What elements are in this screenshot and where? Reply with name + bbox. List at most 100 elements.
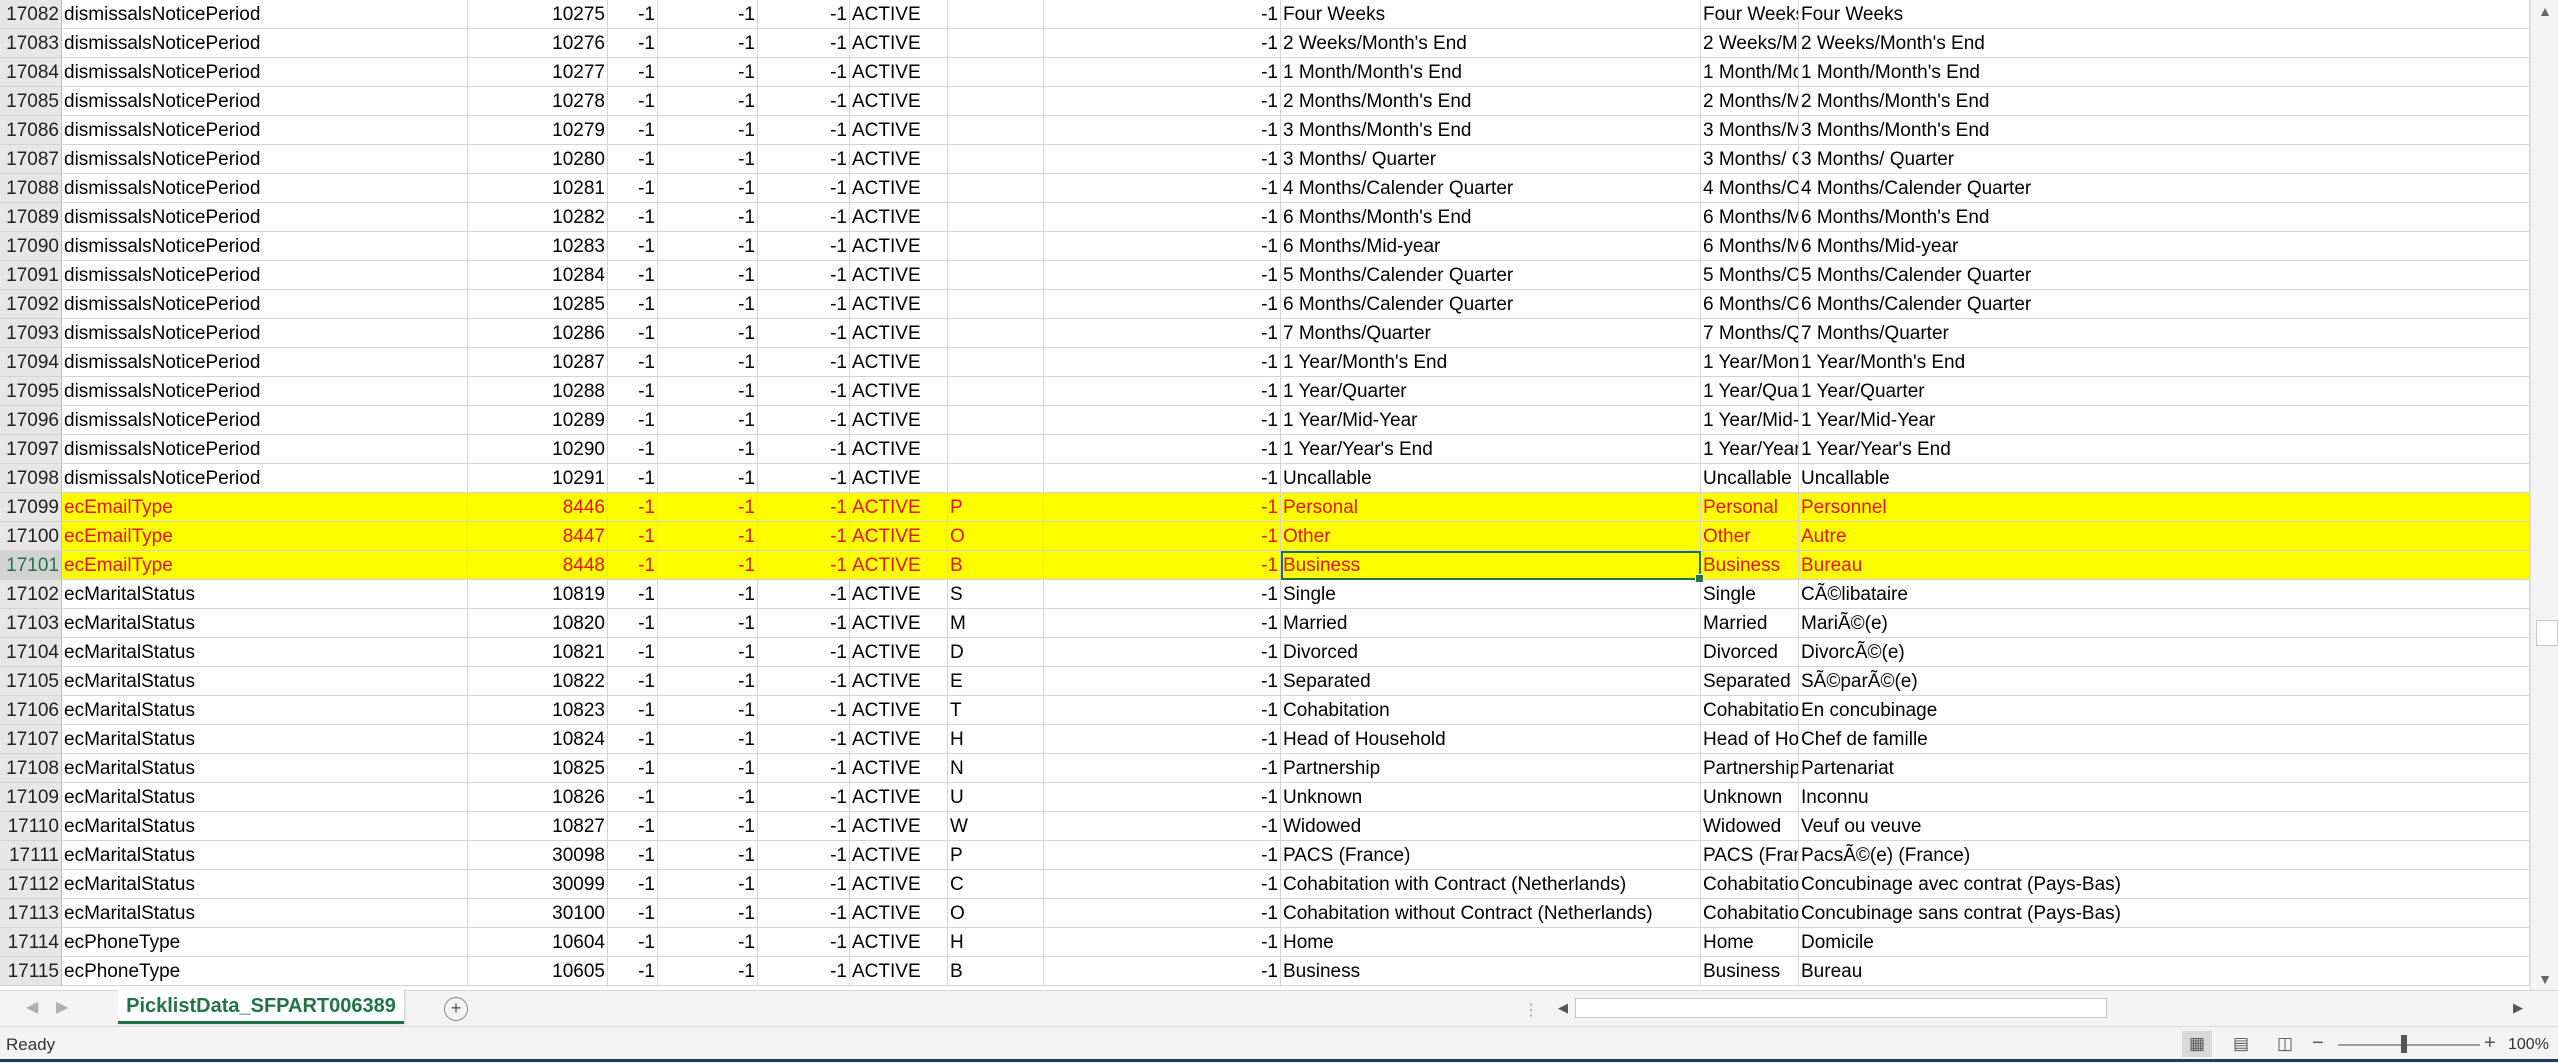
- cell-col-g[interactable]: O: [948, 522, 1044, 551]
- normal-view-icon[interactable]: ▦: [2182, 1031, 2212, 1057]
- cell-col-f[interactable]: ACTIVE: [850, 783, 948, 812]
- cell-col-c[interactable]: -1: [608, 261, 658, 290]
- row-header[interactable]: 17088: [0, 174, 62, 203]
- cell-col-c[interactable]: -1: [608, 319, 658, 348]
- cell-col-d[interactable]: -1: [658, 841, 758, 870]
- cell-col-l[interactable]: Autre: [1799, 522, 2530, 551]
- cell-col-f[interactable]: ACTIVE: [850, 812, 948, 841]
- cell-col-j[interactable]: 7 Months/Quarter: [1281, 319, 1701, 348]
- row-header[interactable]: 17112: [0, 870, 62, 899]
- cell-col-i[interactable]: -1: [1044, 58, 1281, 87]
- cell-col-b[interactable]: 10290: [468, 435, 608, 464]
- table-row[interactable]: 17100 ecEmailType 8447 -1 -1 -1 ACTIVE O -1 Other…: [0, 522, 2530, 551]
- row-header[interactable]: 17087: [0, 145, 62, 174]
- cell-col-k[interactable]: Uncallable: [1701, 464, 1799, 493]
- cell-col-j[interactable]: Business: [1281, 957, 1701, 986]
- cell-col-e[interactable]: -1: [758, 696, 850, 725]
- cell-col-i[interactable]: -1: [1044, 580, 1281, 609]
- row-header[interactable]: 17105: [0, 667, 62, 696]
- cell-col-k[interactable]: 1 Year/Mid-Year: [1701, 406, 1799, 435]
- cell-col-b[interactable]: 10289: [468, 406, 608, 435]
- row-header[interactable]: 17107: [0, 725, 62, 754]
- cell-col-e[interactable]: -1: [758, 435, 850, 464]
- row-header[interactable]: 17106: [0, 696, 62, 725]
- cell-col-b[interactable]: 10279: [468, 116, 608, 145]
- cell-col-i[interactable]: -1: [1044, 377, 1281, 406]
- cell-col-b[interactable]: 10820: [468, 609, 608, 638]
- cell-col-j[interactable]: Cohabitation with Contract (Netherlands): [1281, 870, 1701, 899]
- cell-col-a[interactable]: dismissalsNoticePeriod: [62, 203, 468, 232]
- add-sheet-button[interactable]: +: [444, 997, 468, 1021]
- table-row[interactable]: 17105 ecMaritalStatus 10822 -1 -1 -1 ACTIVE E -1…: [0, 667, 2530, 696]
- cell-col-g[interactable]: [948, 29, 1044, 58]
- cell-col-f[interactable]: ACTIVE: [850, 638, 948, 667]
- cell-col-k[interactable]: 1 Year/Quarter: [1701, 377, 1799, 406]
- table-row[interactable]: 17101 ecEmailType 8448 -1 -1 -1 ACTIVE B -1 Busin…: [0, 551, 2530, 580]
- cell-col-l[interactable]: 2 Months/Month's End: [1799, 87, 2530, 116]
- row-header[interactable]: 17090: [0, 232, 62, 261]
- cell-col-d[interactable]: -1: [658, 580, 758, 609]
- cell-col-l[interactable]: 2 Weeks/Month's End: [1799, 29, 2530, 58]
- cell-col-j[interactable]: Married: [1281, 609, 1701, 638]
- table-row[interactable]: 17087 dismissalsNoticePeriod 10280 -1 -1 -1 AC…: [0, 145, 2530, 174]
- table-row[interactable]: 17109 ecMaritalStatus 10826 -1 -1 -1 ACTIVE U -1…: [0, 783, 2530, 812]
- table-row[interactable]: 17088 dismissalsNoticePeriod 10281 -1 -1 -1 AC…: [0, 174, 2530, 203]
- row-header[interactable]: 17094: [0, 348, 62, 377]
- cell-col-k[interactable]: Business: [1701, 957, 1799, 986]
- row-header[interactable]: 17085: [0, 87, 62, 116]
- cell-col-e[interactable]: -1: [758, 725, 850, 754]
- cell-col-f[interactable]: ACTIVE: [850, 696, 948, 725]
- cell-col-d[interactable]: -1: [658, 348, 758, 377]
- cell-col-d[interactable]: -1: [658, 638, 758, 667]
- cell-col-k[interactable]: Head of Household: [1701, 725, 1799, 754]
- cell-col-e[interactable]: -1: [758, 116, 850, 145]
- table-row[interactable]: 17108 ecMaritalStatus 10825 -1 -1 -1 ACTIVE N -1…: [0, 754, 2530, 783]
- cell-col-d[interactable]: -1: [658, 232, 758, 261]
- cell-col-j[interactable]: Other: [1281, 522, 1701, 551]
- zoom-out-icon[interactable]: −: [2312, 1032, 2324, 1055]
- cell-col-g[interactable]: W: [948, 812, 1044, 841]
- row-header[interactable]: 17097: [0, 435, 62, 464]
- cell-col-f[interactable]: ACTIVE: [850, 290, 948, 319]
- cell-col-e[interactable]: -1: [758, 754, 850, 783]
- row-header[interactable]: 17102: [0, 580, 62, 609]
- cell-col-g[interactable]: [948, 377, 1044, 406]
- cell-col-c[interactable]: -1: [608, 841, 658, 870]
- row-header[interactable]: 17083: [0, 29, 62, 58]
- cell-col-g[interactable]: B: [948, 957, 1044, 986]
- cell-col-b[interactable]: 8447: [468, 522, 608, 551]
- cell-col-i[interactable]: -1: [1044, 522, 1281, 551]
- cell-col-b[interactable]: 10277: [468, 58, 608, 87]
- cell-col-b[interactable]: 10827: [468, 812, 608, 841]
- cell-col-i[interactable]: -1: [1044, 29, 1281, 58]
- table-row[interactable]: 17106 ecMaritalStatus 10823 -1 -1 -1 ACTIVE T -1…: [0, 696, 2530, 725]
- cell-col-d[interactable]: -1: [658, 609, 758, 638]
- cell-col-d[interactable]: -1: [658, 551, 758, 580]
- cell-col-f[interactable]: ACTIVE: [850, 841, 948, 870]
- cell-col-l[interactable]: 1 Month/Month's End: [1799, 58, 2530, 87]
- cell-col-f[interactable]: ACTIVE: [850, 377, 948, 406]
- cell-col-f[interactable]: ACTIVE: [850, 667, 948, 696]
- cell-col-d[interactable]: -1: [658, 522, 758, 551]
- cell-col-e[interactable]: -1: [758, 841, 850, 870]
- row-header[interactable]: 17113: [0, 899, 62, 928]
- cell-col-b[interactable]: 10278: [468, 87, 608, 116]
- cell-col-b[interactable]: 10825: [468, 754, 608, 783]
- cell-col-k[interactable]: 5 Months/Calender Quarter: [1701, 261, 1799, 290]
- cell-col-f[interactable]: ACTIVE: [850, 870, 948, 899]
- cell-col-f[interactable]: ACTIVE: [850, 174, 948, 203]
- cell-col-j[interactable]: Head of Household: [1281, 725, 1701, 754]
- table-row[interactable]: 17111 ecMaritalStatus 30098 -1 -1 -1 ACTIVE P -1…: [0, 841, 2530, 870]
- cell-col-a[interactable]: ecMaritalStatus: [62, 638, 468, 667]
- cell-col-d[interactable]: -1: [658, 145, 758, 174]
- cell-col-e[interactable]: -1: [758, 667, 850, 696]
- cell-col-e[interactable]: -1: [758, 261, 850, 290]
- cell-col-g[interactable]: [948, 116, 1044, 145]
- cell-col-a[interactable]: dismissalsNoticePeriod: [62, 319, 468, 348]
- cell-col-a[interactable]: dismissalsNoticePeriod: [62, 145, 468, 174]
- table-row[interactable]: 17083 dismissalsNoticePeriod 10276 -1 -1 -1 AC…: [0, 29, 2530, 58]
- cell-col-a[interactable]: ecMaritalStatus: [62, 725, 468, 754]
- cell-col-k[interactable]: 1 Month/Month's End: [1701, 58, 1799, 87]
- cell-col-b[interactable]: 10604: [468, 928, 608, 957]
- cell-col-g[interactable]: E: [948, 667, 1044, 696]
